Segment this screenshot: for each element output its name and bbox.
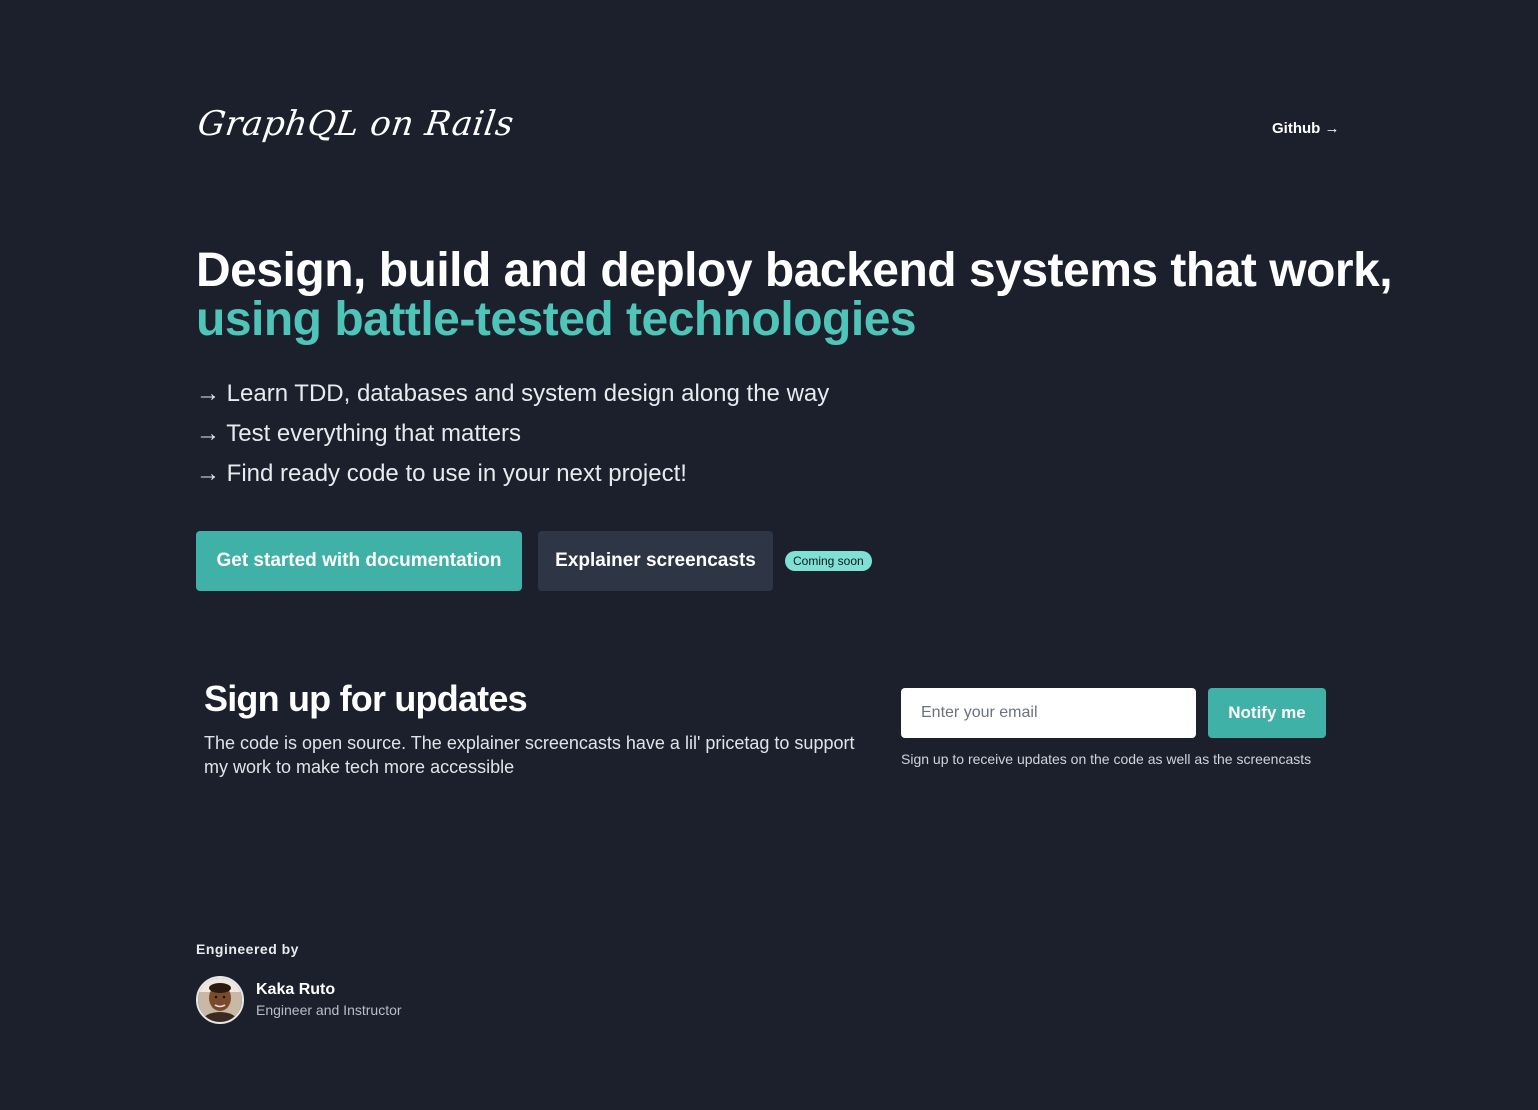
avatar-photo-icon (198, 978, 242, 1022)
author-avatar (196, 976, 244, 1024)
feature-item: → Learn TDD, databases and system design… (196, 380, 830, 407)
landing-page: GraphQL on Rails Github → Design, build … (0, 0, 1538, 1110)
hero-title-line1: Design, build and deploy backend systems… (196, 244, 1393, 297)
feature-list: → Learn TDD, databases and system design… (196, 374, 829, 494)
feature-item: → Test everything that matters (196, 420, 522, 447)
author-name: Kaka Ruto (256, 981, 336, 998)
notify-me-button[interactable]: Notify me (1208, 688, 1326, 738)
signup-title: Sign up for updates (204, 678, 528, 719)
feature-item: → Find ready code to use in your next pr… (196, 460, 687, 487)
site-logo[interactable]: GraphQL on Rails (195, 104, 516, 144)
github-link[interactable]: Github → (1272, 120, 1340, 137)
get-started-button[interactable]: Get started with documentation (196, 531, 522, 591)
hero-title: Design, build and deploy backend systems… (196, 244, 1393, 346)
explainer-screencasts-button[interactable]: Explainer screencasts (538, 531, 773, 591)
coming-soon-badge: Coming soon (785, 551, 872, 571)
signup-hint: Sign up to receive updates on the code a… (901, 751, 1312, 767)
hero-title-line2: using battle-tested technologies (196, 293, 917, 346)
engineered-by-label: Engineered by (196, 941, 299, 957)
email-input[interactable] (901, 688, 1196, 738)
author-role: Engineer and Instructor (256, 1002, 402, 1018)
signup-description: The code is open source. The explainer s… (204, 733, 855, 777)
